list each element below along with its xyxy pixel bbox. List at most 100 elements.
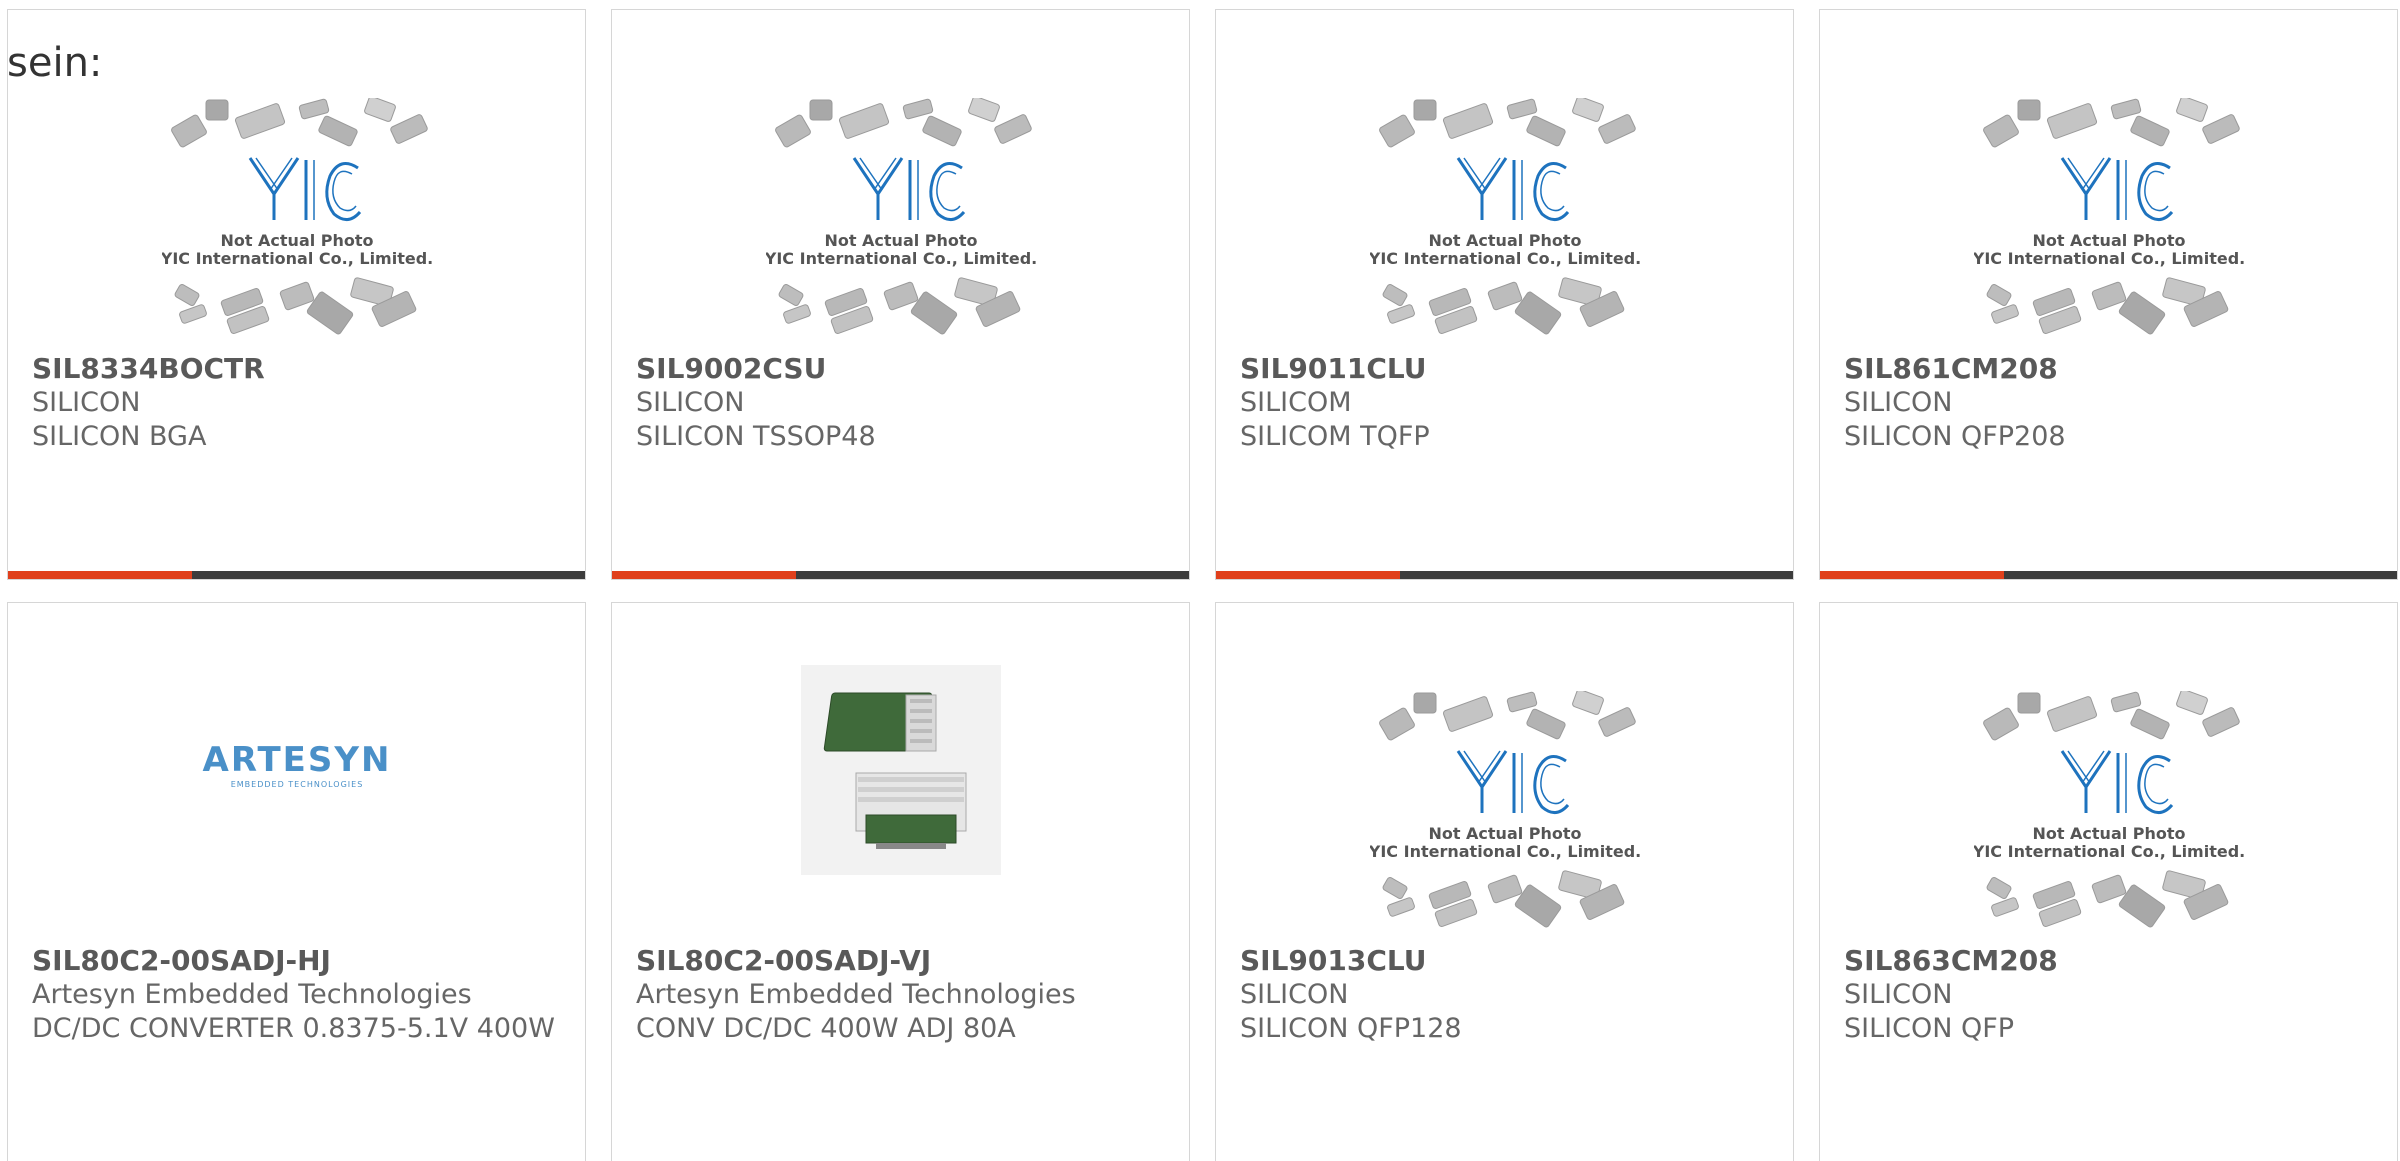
product-info: SIL861CM208 SILICON SILICON QFP208 bbox=[1844, 352, 2377, 454]
converter-module-top bbox=[823, 692, 936, 752]
placeholder-line2: YIC International Co., Limited. bbox=[1974, 249, 2244, 268]
chip-cluster-bottom bbox=[1382, 277, 1624, 335]
card-accent-bar bbox=[612, 571, 1189, 579]
product-grid: Not Actual Photo YIC International Co., … bbox=[7, 9, 2400, 1161]
chip-cluster-bottom bbox=[1382, 870, 1624, 928]
product-manufacturer: SILICON bbox=[1240, 979, 1349, 1010]
lead-text: sein: bbox=[7, 40, 103, 86]
product-part-number[interactable]: SIL80C2-00SADJ-VJ bbox=[636, 944, 1169, 978]
product-info: SIL863CM208 SILICON SILICON QFP bbox=[1844, 944, 2377, 1046]
card-accent-bar bbox=[1820, 571, 2397, 579]
placeholder-line1: Not Actual Photo bbox=[1428, 231, 1581, 250]
product-info: SIL9002CSU SILICON SILICON TSSOP48 bbox=[636, 352, 1169, 454]
artesyn-logo-image: ARTESYN EMBEDDED TECHNOLOGIES bbox=[202, 740, 391, 789]
yic-placeholder-image: Not Actual Photo YIC International Co., … bbox=[1367, 96, 1641, 335]
product-manufacturer: SILICON bbox=[1844, 387, 1953, 418]
product-info: SIL80C2-00SADJ-HJ Artesyn Embedded Techn… bbox=[32, 944, 565, 1046]
yic-placeholder-image: Not Actual Photo YIC International Co., … bbox=[1971, 96, 2245, 335]
product-description: CONV DC/DC 400W ADJ 80A bbox=[636, 1013, 1016, 1044]
product-description: SILICOM TQFP bbox=[1240, 421, 1430, 452]
yic-logo bbox=[852, 157, 965, 221]
product-card[interactable]: Not Actual Photo YIC International Co., … bbox=[611, 9, 1190, 580]
chip-cluster-top bbox=[1378, 689, 1636, 741]
product-card[interactable]: Not Actual Photo YIC International Co., … bbox=[1819, 9, 2398, 580]
product-part-number[interactable]: SIL9013CLU bbox=[1240, 944, 1773, 978]
chip-cluster-top bbox=[1982, 689, 2240, 741]
product-image[interactable]: Not Actual Photo YIC International Co., … bbox=[763, 96, 1037, 338]
chip-cluster-bottom bbox=[1986, 277, 2228, 335]
placeholder-line1: Not Actual Photo bbox=[2032, 824, 2185, 843]
product-manufacturer: SILICON bbox=[32, 387, 141, 418]
chip-cluster-bottom bbox=[778, 277, 1020, 335]
yic-logo bbox=[2060, 157, 2173, 221]
yic-placeholder-image: Not Actual Photo YIC International Co., … bbox=[1367, 689, 1641, 928]
chip-cluster-top bbox=[170, 96, 428, 148]
chip-cluster-top bbox=[1378, 96, 1636, 148]
product-part-number[interactable]: SIL8334BOCTR bbox=[32, 352, 565, 386]
product-card[interactable]: Not Actual Photo YIC International Co., … bbox=[1215, 9, 1794, 580]
chip-cluster-bottom bbox=[1986, 870, 2228, 928]
product-description: SILICON BGA bbox=[32, 421, 207, 452]
product-description: DC/DC CONVERTER 0.8375-5.1V 400W bbox=[32, 1013, 555, 1044]
product-card[interactable]: ARTESYN EMBEDDED TECHNOLOGIES SIL80C2-00… bbox=[7, 602, 586, 1161]
product-image[interactable]: ARTESYN EMBEDDED TECHNOLOGIES bbox=[162, 665, 432, 875]
yic-placeholder-image: Not Actual Photo YIC International Co., … bbox=[159, 96, 433, 335]
placeholder-line1: Not Actual Photo bbox=[2032, 231, 2185, 250]
converter-module-bottom bbox=[855, 772, 966, 849]
product-manufacturer: SILICON bbox=[1844, 979, 1953, 1010]
chip-cluster-top bbox=[1982, 96, 2240, 148]
placeholder-line2: YIC International Co., Limited. bbox=[162, 249, 432, 268]
artesyn-logo-subtext: EMBEDDED TECHNOLOGIES bbox=[230, 780, 363, 789]
product-image[interactable]: Not Actual Photo YIC International Co., … bbox=[1971, 96, 2245, 338]
chip-cluster-bottom bbox=[174, 277, 416, 335]
product-part-number[interactable]: SIL861CM208 bbox=[1844, 352, 2377, 386]
card-accent-red bbox=[1820, 571, 2004, 579]
card-accent-red bbox=[1216, 571, 1400, 579]
product-info: SIL9013CLU SILICON SILICON QFP128 bbox=[1240, 944, 1773, 1046]
placeholder-line2: YIC International Co., Limited. bbox=[1370, 842, 1640, 861]
yic-placeholder-image: Not Actual Photo YIC International Co., … bbox=[1971, 689, 2245, 928]
product-image[interactable]: Not Actual Photo YIC International Co., … bbox=[159, 96, 433, 338]
converter-photo bbox=[800, 665, 1001, 875]
product-description: SILICON QFP128 bbox=[1240, 1013, 1462, 1044]
card-accent-red bbox=[8, 571, 192, 579]
chip-cluster-top bbox=[774, 96, 1032, 148]
artesyn-logo-text: ARTESYN bbox=[202, 740, 391, 780]
card-accent-bar bbox=[1216, 571, 1793, 579]
product-manufacturer: Artesyn Embedded Technologies bbox=[636, 979, 1076, 1010]
product-info: SIL8334BOCTR SILICON SILICON BGA bbox=[32, 352, 565, 454]
product-part-number[interactable]: SIL863CM208 bbox=[1844, 944, 2377, 978]
card-accent-red bbox=[612, 571, 796, 579]
yic-logo bbox=[2060, 750, 2173, 814]
product-part-number[interactable]: SIL9002CSU bbox=[636, 352, 1169, 386]
placeholder-line1: Not Actual Photo bbox=[824, 231, 977, 250]
yic-logo bbox=[1456, 157, 1569, 221]
product-manufacturer: Artesyn Embedded Technologies bbox=[32, 979, 472, 1010]
product-manufacturer: SILICOM bbox=[1240, 387, 1352, 418]
yic-placeholder-image: Not Actual Photo YIC International Co., … bbox=[763, 96, 1037, 335]
product-part-number[interactable]: SIL80C2-00SADJ-HJ bbox=[32, 944, 565, 978]
placeholder-line2: YIC International Co., Limited. bbox=[1974, 842, 2244, 861]
product-card[interactable]: Not Actual Photo YIC International Co., … bbox=[7, 9, 586, 580]
product-description: SILICON QFP bbox=[1844, 1013, 2015, 1044]
placeholder-line2: YIC International Co., Limited. bbox=[766, 249, 1036, 268]
product-manufacturer: SILICON bbox=[636, 387, 745, 418]
product-info: SIL9011CLU SILICOM SILICOM TQFP bbox=[1240, 352, 1773, 454]
product-card[interactable]: Not Actual Photo YIC International Co., … bbox=[1215, 602, 1794, 1161]
yic-logo bbox=[1456, 750, 1569, 814]
product-description: SILICON TSSOP48 bbox=[636, 421, 876, 452]
product-info: SIL80C2-00SADJ-VJ Artesyn Embedded Techn… bbox=[636, 944, 1169, 1046]
product-part-number[interactable]: SIL9011CLU bbox=[1240, 352, 1773, 386]
product-image[interactable]: Not Actual Photo YIC International Co., … bbox=[1367, 96, 1641, 338]
placeholder-line1: Not Actual Photo bbox=[220, 231, 373, 250]
product-card[interactable]: SIL80C2-00SADJ-VJ Artesyn Embedded Techn… bbox=[611, 602, 1190, 1161]
product-card[interactable]: Not Actual Photo YIC International Co., … bbox=[1819, 602, 2398, 1161]
product-image[interactable]: Not Actual Photo YIC International Co., … bbox=[1971, 689, 2245, 931]
placeholder-line1: Not Actual Photo bbox=[1428, 824, 1581, 843]
yic-logo bbox=[248, 157, 361, 221]
placeholder-line2: YIC International Co., Limited. bbox=[1370, 249, 1640, 268]
product-image[interactable] bbox=[766, 665, 1036, 875]
card-accent-bar bbox=[8, 571, 585, 579]
product-description: SILICON QFP208 bbox=[1844, 421, 2066, 452]
product-image[interactable]: Not Actual Photo YIC International Co., … bbox=[1367, 689, 1641, 931]
